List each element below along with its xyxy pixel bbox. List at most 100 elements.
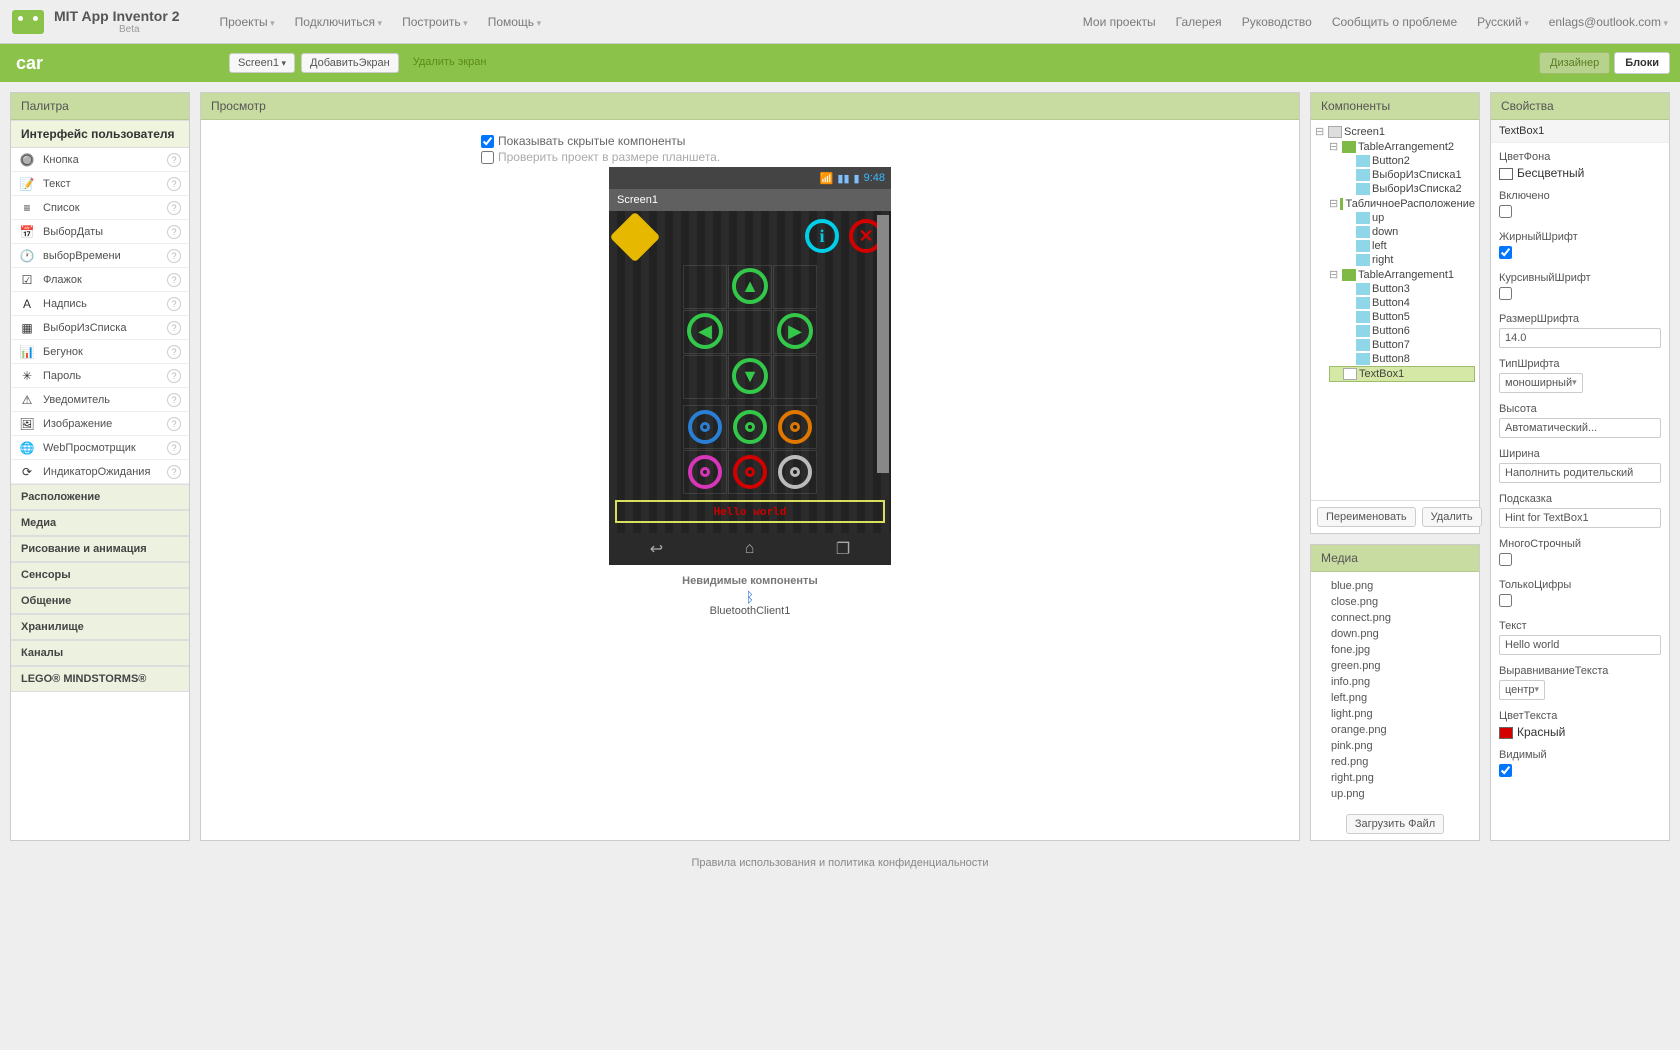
tree-node[interactable]: Button4	[1343, 296, 1475, 310]
palette-item[interactable]: 🕐выборВремени?	[11, 244, 189, 268]
tree-node[interactable]: ВыборИзСписка2	[1343, 182, 1475, 196]
tree-node[interactable]: down	[1343, 225, 1475, 239]
invisible-component-item[interactable]: ᛒ BluetoothClient1	[221, 589, 1279, 617]
show-hidden-checkbox[interactable]	[481, 135, 494, 148]
help-icon[interactable]: ?	[167, 345, 181, 359]
home-nav-icon[interactable]: ⌂	[745, 540, 755, 558]
light-button[interactable]	[778, 455, 812, 489]
tree-node[interactable]: Button7	[1343, 338, 1475, 352]
property-select[interactable]: Наполнить родительский	[1499, 463, 1661, 483]
orange-button[interactable]	[778, 410, 812, 444]
up-button[interactable]: ▲	[732, 268, 768, 304]
property-color[interactable]: Бесцветный	[1499, 166, 1661, 180]
property-checkbox[interactable]	[1499, 287, 1512, 300]
media-file[interactable]: connect.png	[1331, 610, 1459, 626]
tree-node[interactable]: Button6	[1343, 324, 1475, 338]
property-input[interactable]: Hint for TextBox1	[1499, 508, 1661, 528]
palette-item[interactable]: 🌐WebПросмотрщик?	[11, 436, 189, 460]
palette-item[interactable]: 🖼Изображение?	[11, 412, 189, 436]
tree-node[interactable]: right	[1343, 253, 1475, 267]
palette-item[interactable]: ▦ВыборИзСписка?	[11, 316, 189, 340]
upload-file-button[interactable]: Загрузить Файл	[1346, 814, 1444, 834]
help-icon[interactable]: ?	[167, 273, 181, 287]
rename-button[interactable]: Переименовать	[1317, 507, 1416, 527]
expand-icon[interactable]: ⊟	[1329, 197, 1338, 210]
property-select[interactable]: центр	[1499, 680, 1545, 700]
help-icon[interactable]: ?	[167, 249, 181, 263]
media-file[interactable]: red.png	[1331, 754, 1459, 770]
palette-category[interactable]: Сенсоры	[11, 562, 189, 588]
help-icon[interactable]: ?	[167, 153, 181, 167]
tree-node[interactable]: Button5	[1343, 310, 1475, 324]
help-icon[interactable]: ?	[167, 417, 181, 431]
media-file[interactable]: green.png	[1331, 658, 1459, 674]
palette-item[interactable]: ⚠Уведомитель?	[11, 388, 189, 412]
tree-node[interactable]: ⊟TableArrangement1	[1329, 267, 1475, 282]
tablet-size-row[interactable]: Проверить проект в размере планшета.	[481, 150, 1279, 164]
property-checkbox[interactable]	[1499, 205, 1512, 218]
menu-подключиться[interactable]: Подключиться	[295, 15, 382, 29]
blocks-tab[interactable]: Блоки	[1614, 52, 1670, 74]
recent-nav-icon[interactable]: ❐	[836, 539, 850, 559]
help-icon[interactable]: ?	[167, 201, 181, 215]
property-input[interactable]: Hello world	[1499, 635, 1661, 655]
palette-category[interactable]: Рисование и анимация	[11, 536, 189, 562]
expand-icon[interactable]: ⊟	[1315, 125, 1326, 138]
tree-node[interactable]: left	[1343, 239, 1475, 253]
menu-right-item[interactable]: Руководство	[1242, 15, 1312, 29]
property-checkbox[interactable]	[1499, 594, 1512, 607]
help-icon[interactable]: ?	[167, 369, 181, 383]
tree-node[interactable]: Button3	[1343, 282, 1475, 296]
pink-button[interactable]	[688, 455, 722, 489]
help-icon[interactable]: ?	[167, 441, 181, 455]
tree-node[interactable]: ⊟TableArrangement2	[1329, 139, 1475, 154]
connect-icon[interactable]	[610, 212, 661, 263]
property-select[interactable]: Автоматический...	[1499, 418, 1661, 438]
palette-category[interactable]: Общение	[11, 588, 189, 614]
back-nav-icon[interactable]: ↩	[650, 539, 663, 559]
palette-item[interactable]: ⟳ИндикаторОжидания?	[11, 460, 189, 484]
media-file[interactable]: light.png	[1331, 706, 1459, 722]
tree-node[interactable]: Button2	[1343, 154, 1475, 168]
blue-button[interactable]	[688, 410, 722, 444]
palette-item[interactable]: 📅ВыборДаты?	[11, 220, 189, 244]
left-button[interactable]: ◀	[687, 313, 723, 349]
media-file[interactable]: up.png	[1331, 786, 1459, 802]
palette-category[interactable]: Расположение	[11, 484, 189, 510]
menu-right-item[interactable]: Мои проекты	[1083, 15, 1156, 29]
property-select[interactable]: моноширный	[1499, 373, 1583, 393]
palette-item[interactable]: 📝Текст?	[11, 172, 189, 196]
menu-right-item[interactable]: enlags@outlook.com	[1549, 15, 1668, 29]
palette-item[interactable]: 🔘Кнопка?	[11, 148, 189, 172]
red-button[interactable]	[733, 455, 767, 489]
media-file[interactable]: close.png	[1331, 594, 1459, 610]
green-button[interactable]	[733, 410, 767, 444]
palette-category[interactable]: Каналы	[11, 640, 189, 666]
menu-проекты[interactable]: Проекты	[219, 15, 274, 29]
media-file[interactable]: down.png	[1331, 626, 1459, 642]
media-file[interactable]: orange.png	[1331, 722, 1459, 738]
media-file[interactable]: right.png	[1331, 770, 1459, 786]
menu-right-item[interactable]: Галерея	[1176, 15, 1222, 29]
media-file[interactable]: fone.jpg	[1331, 642, 1459, 658]
screen-dropdown[interactable]: Screen1	[229, 53, 295, 73]
menu-right-item[interactable]: Сообщить о проблеме	[1332, 15, 1457, 29]
palette-item[interactable]: ≡Список?	[11, 196, 189, 220]
help-icon[interactable]: ?	[167, 465, 181, 479]
palette-item[interactable]: ☑Флажок?	[11, 268, 189, 292]
menu-right-item[interactable]: Русский	[1477, 15, 1529, 29]
help-icon[interactable]: ?	[167, 321, 181, 335]
tree-node[interactable]: ВыборИзСписка1	[1343, 168, 1475, 182]
palette-category[interactable]: Хранилище	[11, 614, 189, 640]
property-input[interactable]: 14.0	[1499, 328, 1661, 348]
property-checkbox[interactable]	[1499, 553, 1512, 566]
textbox-preview[interactable]: Hello world	[615, 500, 885, 523]
expand-icon[interactable]: ⊟	[1329, 140, 1340, 153]
add-screen-button[interactable]: ДобавитьЭкран	[301, 53, 399, 73]
palette-category-active[interactable]: Интерфейс пользователя	[11, 120, 189, 148]
tree-node[interactable]: up	[1343, 211, 1475, 225]
property-checkbox[interactable]	[1499, 246, 1512, 259]
help-icon[interactable]: ?	[167, 177, 181, 191]
media-file[interactable]: info.png	[1331, 674, 1459, 690]
help-icon[interactable]: ?	[167, 393, 181, 407]
